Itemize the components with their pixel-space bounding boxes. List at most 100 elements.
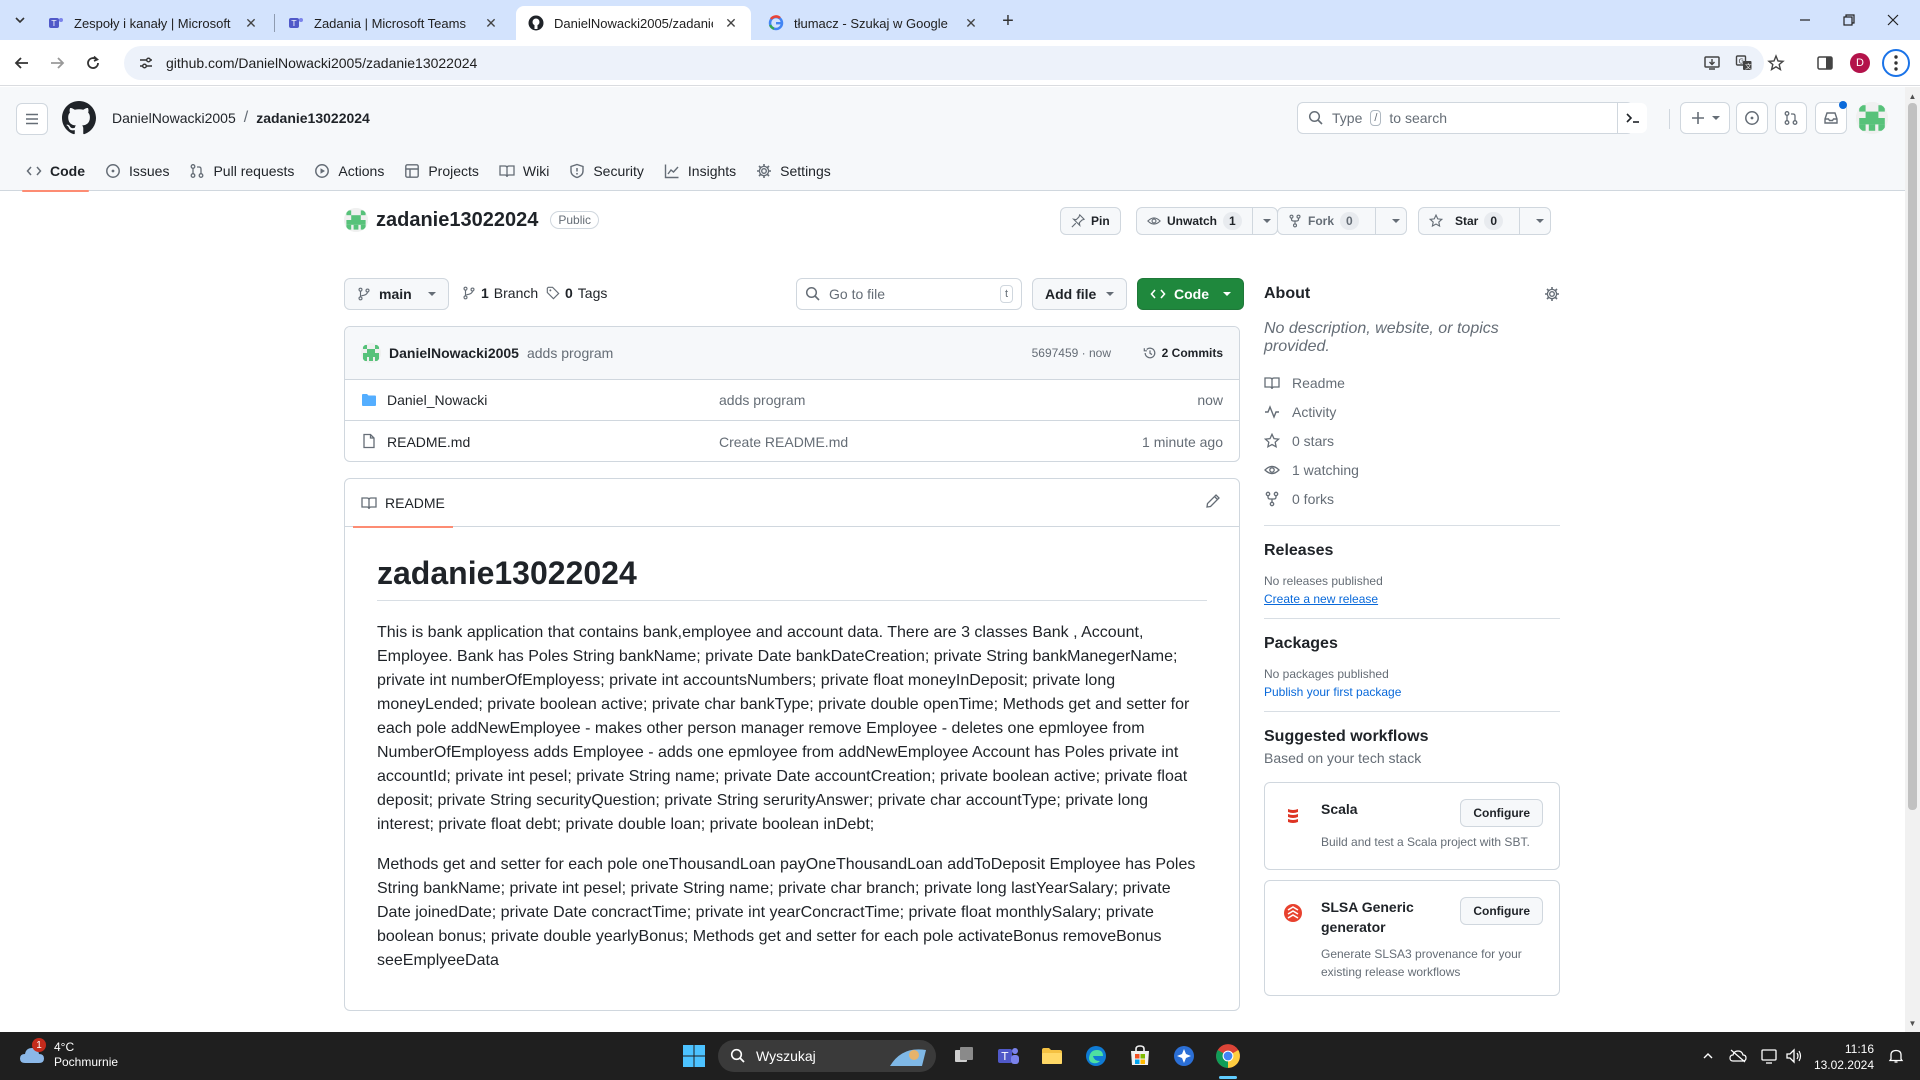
scroll-up-arrow-icon[interactable]: ▲: [1905, 89, 1920, 103]
tab-insights[interactable]: Insights: [654, 151, 746, 191]
unwatch-button[interactable]: Unwatch 1: [1136, 207, 1278, 235]
bookmark-star-icon[interactable]: [1764, 51, 1788, 75]
tab-projects[interactable]: Projects: [394, 151, 489, 191]
tab-pull-requests[interactable]: Pull requests: [179, 151, 304, 191]
pin-button[interactable]: Pin: [1060, 207, 1121, 235]
file-commit-message[interactable]: Create README.md: [719, 434, 848, 450]
network-icon[interactable]: [1760, 1046, 1780, 1066]
command-palette-button[interactable]: [1617, 103, 1647, 133]
close-tab-icon[interactable]: ✕: [243, 15, 259, 31]
repo-name-link[interactable]: zadanie13022024: [376, 209, 538, 232]
address-bar[interactable]: github.com/DanielNowacki2005/zadanie1302…: [124, 46, 1764, 80]
close-window-icon[interactable]: [1880, 8, 1906, 32]
publish-package-link[interactable]: Publish your first package: [1264, 685, 1560, 699]
close-tab-icon[interactable]: ✕: [963, 15, 979, 31]
watchers-link[interactable]: 1 watching: [1264, 455, 1560, 484]
page-scrollbar[interactable]: ▲ ▼: [1905, 87, 1920, 1032]
github-logo-icon[interactable]: [62, 101, 98, 137]
file-explorer-icon[interactable]: [1038, 1042, 1066, 1070]
create-release-link[interactable]: Create a new release: [1264, 592, 1560, 606]
configure-button[interactable]: Configure: [1460, 897, 1543, 925]
issues-button[interactable]: [1736, 102, 1768, 134]
onedrive-offline-icon[interactable]: [1728, 1046, 1748, 1066]
file-name-link[interactable]: Daniel_Nowacki: [387, 392, 487, 408]
edge-browser-icon[interactable]: [1082, 1042, 1110, 1070]
back-icon[interactable]: [10, 51, 34, 75]
readme-tab[interactable]: README: [353, 479, 453, 528]
close-tab-icon[interactable]: ✕: [723, 15, 739, 31]
start-button-windows-icon[interactable]: [680, 1042, 708, 1070]
stars-link[interactable]: 0 stars: [1264, 426, 1560, 455]
minimize-icon[interactable]: [1792, 8, 1818, 32]
microsoft-store-icon[interactable]: [1126, 1042, 1154, 1070]
reload-icon[interactable]: [81, 51, 105, 75]
task-view-icon[interactable]: [950, 1042, 978, 1070]
commit-message-link[interactable]: adds program: [527, 345, 613, 361]
site-info-icon[interactable]: [138, 55, 154, 71]
scroll-down-arrow-icon[interactable]: ▼: [1905, 1016, 1920, 1030]
pull-requests-button[interactable]: [1775, 102, 1807, 134]
browser-tab-teams-channels[interactable]: T Zespoły i kanały | Microsoft Tea ✕: [36, 6, 271, 40]
weather-widget[interactable]: 1 4°C Pochmurnie: [18, 1038, 118, 1070]
system-clock[interactable]: 11:16 13.02.2024: [1808, 1041, 1874, 1073]
github-search-input[interactable]: Type / to search: [1297, 102, 1633, 134]
releases-title[interactable]: Releases: [1264, 542, 1560, 560]
restore-icon[interactable]: [1836, 8, 1862, 32]
browser-tab-google[interactable]: tłumacz - Szukaj w Google ✕: [756, 6, 991, 40]
branch-selector-button[interactable]: main: [344, 278, 449, 310]
commit-sha[interactable]: 5697459 · now: [1032, 346, 1111, 360]
triangle-down-icon[interactable]: [1536, 217, 1545, 225]
teams-taskbar-icon[interactable]: T: [994, 1042, 1022, 1070]
profile-avatar[interactable]: D: [1848, 51, 1872, 75]
add-file-button[interactable]: Add file: [1032, 278, 1128, 310]
go-to-file-input[interactable]: Go to file t: [796, 278, 1022, 310]
scrollbar-thumb[interactable]: [1908, 103, 1917, 810]
install-app-icon[interactable]: [1700, 51, 1724, 75]
taskbar-search[interactable]: Wyszukaj: [718, 1040, 936, 1072]
browser-menu-icon[interactable]: [1882, 49, 1910, 77]
star-button[interactable]: Star 0: [1418, 207, 1552, 235]
new-tab-icon[interactable]: +: [996, 9, 1020, 33]
file-commit-message[interactable]: adds program: [719, 392, 805, 408]
about-settings-gear-icon[interactable]: [1544, 286, 1560, 302]
commit-author-avatar[interactable]: [361, 343, 381, 363]
browser-tab-teams-tasks[interactable]: T Zadania | Microsoft Teams ✕: [276, 6, 511, 40]
packages-title[interactable]: Packages: [1264, 635, 1560, 653]
tab-security[interactable]: Security: [559, 151, 654, 191]
create-new-button[interactable]: [1680, 102, 1730, 134]
file-row[interactable]: README.md Create README.md 1 minute ago: [345, 421, 1239, 461]
close-tab-icon[interactable]: ✕: [483, 15, 499, 31]
tab-code[interactable]: Code: [16, 151, 95, 192]
readme-link[interactable]: Readme: [1264, 368, 1560, 397]
copilot-app-icon[interactable]: [1170, 1042, 1198, 1070]
volume-icon[interactable]: [1784, 1046, 1804, 1066]
configure-button[interactable]: Configure: [1460, 799, 1543, 827]
tab-issues[interactable]: Issues: [95, 151, 179, 191]
forks-link[interactable]: 0 forks: [1264, 484, 1560, 513]
triangle-down-icon[interactable]: [1262, 217, 1271, 225]
tab-wiki[interactable]: Wiki: [489, 151, 559, 191]
tab-actions[interactable]: Actions: [304, 151, 394, 191]
tags-link[interactable]: 0 Tags: [546, 285, 607, 301]
show-hidden-icons-chevron-icon[interactable]: [1698, 1046, 1718, 1066]
breadcrumb-repo-link[interactable]: zadanie13022024: [256, 110, 370, 126]
branches-link[interactable]: 1 Branch: [462, 285, 538, 301]
commit-author-link[interactable]: DanielNowacki2005: [389, 345, 519, 361]
browser-tab-github[interactable]: DanielNowacki2005/zadanie13( ✕: [516, 6, 751, 40]
breadcrumb-owner-link[interactable]: DanielNowacki2005: [112, 110, 236, 126]
hamburger-menu-button[interactable]: [16, 103, 48, 135]
code-button[interactable]: Code: [1137, 278, 1244, 310]
edit-readme-button[interactable]: [1205, 493, 1225, 513]
file-name-link[interactable]: README.md: [387, 434, 470, 450]
triangle-down-icon[interactable]: [1391, 217, 1400, 225]
translate-icon[interactable]: G文: [1732, 51, 1756, 75]
tab-search-chevron-icon[interactable]: [10, 10, 30, 30]
activity-link[interactable]: Activity: [1264, 397, 1560, 426]
side-panel-icon[interactable]: [1813, 51, 1837, 75]
file-row[interactable]: Daniel_Nowacki adds program now: [345, 380, 1239, 421]
user-avatar[interactable]: [1856, 102, 1888, 134]
chrome-taskbar-icon[interactable]: [1214, 1042, 1242, 1070]
notifications-bell-icon[interactable]: [1886, 1046, 1906, 1066]
fork-button[interactable]: Fork 0: [1277, 207, 1407, 235]
commits-history-link[interactable]: 2 Commits: [1143, 346, 1223, 360]
